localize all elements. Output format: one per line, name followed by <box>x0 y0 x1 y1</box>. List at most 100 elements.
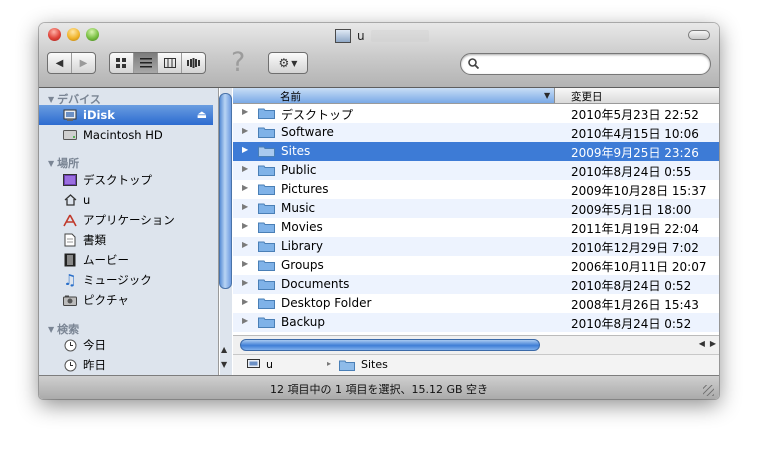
sidebar-scrollbar-thumb[interactable] <box>219 93 232 289</box>
table-row[interactable]: ▶ Groups 2006年10月11日 20:07 <box>233 256 719 275</box>
coverflow-view-button[interactable] <box>182 53 205 73</box>
view-mode-buttons <box>109 52 206 74</box>
scroll-left-icon[interactable]: ◀ <box>699 339 705 348</box>
resize-grip-icon[interactable] <box>703 385 714 396</box>
name-column-header[interactable]: 名前 <box>233 88 555 103</box>
folder-icon <box>258 241 275 252</box>
file-modified-date: 2008年1月26日 15:43 <box>571 298 699 312</box>
pictures-icon <box>62 292 78 308</box>
disclosure-triangle-icon: ▼ <box>48 158 55 168</box>
file-modified-date: 2010年4月15日 10:06 <box>571 127 699 141</box>
file-modified-date: 2010年12月29日 7:02 <box>571 241 699 255</box>
file-modified-date: 2006年10月11日 20:07 <box>571 260 707 274</box>
clock-icon <box>62 357 78 373</box>
list-view-button[interactable] <box>134 53 158 73</box>
sidebar-item-label: 昨日 <box>83 358 106 372</box>
icon-grid-icon <box>116 57 126 68</box>
disclosure-triangle-icon: ▼ <box>48 324 55 334</box>
sidebar-item-documents[interactable]: 書類 <box>39 230 213 250</box>
disclosure-triangle-icon[interactable]: ▶ <box>242 107 248 116</box>
sidebar-item-macintosh-hd[interactable]: Macintosh HD <box>39 125 213 145</box>
toolbar-toggle-button[interactable] <box>688 30 710 40</box>
file-modified-date: 2010年5月23日 22:52 <box>571 108 699 122</box>
file-name: Library <box>281 239 323 253</box>
column-view-button[interactable] <box>158 53 182 73</box>
sidebar-item-label: 今日 <box>83 338 106 352</box>
sidebar-item-yesterday[interactable]: 昨日 <box>39 355 213 375</box>
horizontal-scrollbar-thumb[interactable] <box>240 339 540 351</box>
sidebar-item-label: ムービー <box>83 253 129 267</box>
idisk-icon <box>335 29 351 43</box>
disclosure-triangle-icon[interactable]: ▶ <box>242 297 248 306</box>
folder-icon <box>339 360 355 371</box>
sidebar-item-label: アプリケーション <box>83 213 175 227</box>
forward-button[interactable]: ▶ <box>72 53 95 73</box>
scroll-up-icon[interactable]: ▲ <box>221 345 227 354</box>
sidebar-item-movies[interactable]: ムービー <box>39 250 213 270</box>
search-icon <box>468 58 479 69</box>
disclosure-triangle-icon[interactable]: ▶ <box>242 259 248 268</box>
table-row[interactable]: ▶ デスクトップ 2010年5月23日 22:52 <box>233 104 719 123</box>
home-icon <box>62 192 78 208</box>
table-row[interactable]: ▶ Documents 2010年8月24日 0:52 <box>233 275 719 294</box>
movies-icon <box>62 252 78 268</box>
sidebar-item-music[interactable]: ♫ ミュージック <box>39 270 213 290</box>
table-row[interactable]: ▶ Backup 2010年8月24日 0:52 <box>233 313 719 332</box>
list-icon <box>139 58 152 68</box>
name-column-label: 名前 <box>280 91 301 103</box>
minimize-window-button[interactable] <box>67 28 80 41</box>
table-row[interactable]: ▶ Software 2010年4月15日 10:06 <box>233 123 719 142</box>
scroll-down-icon[interactable]: ▼ <box>221 360 227 369</box>
path-item-label: Sites <box>361 358 388 371</box>
disclosure-triangle-icon[interactable]: ▶ <box>242 240 248 249</box>
search-field[interactable] <box>460 53 711 75</box>
table-row[interactable]: ▶ Desktop Folder 2008年1月26日 15:43 <box>233 294 719 313</box>
horizontal-scrollbar[interactable]: ◀ ▶ <box>233 335 719 354</box>
sidebar-item-pictures[interactable]: ピクチャ <box>39 290 213 310</box>
disclosure-triangle-icon[interactable]: ▶ <box>242 164 248 173</box>
status-bar: 12 項目中の 1 項目を選択、15.12 GB 空き <box>39 375 719 399</box>
path-bar: u ▸ Sites <box>233 354 719 376</box>
zoom-window-button[interactable] <box>86 28 99 41</box>
disclosure-triangle-icon[interactable]: ▶ <box>242 316 248 325</box>
sidebar-item-idisk[interactable]: iDisk ⏏ <box>39 105 213 125</box>
eject-icon[interactable]: ⏏ <box>197 108 207 121</box>
table-row[interactable]: ▶ Sites 2009年9月25日 23:26 <box>233 142 719 161</box>
help-icon[interactable]: ? <box>231 47 245 78</box>
disclosure-triangle-icon[interactable]: ▶ <box>242 145 248 154</box>
disclosure-triangle-icon[interactable]: ▶ <box>242 202 248 211</box>
sidebar-item-desktop[interactable]: デスクトップ <box>39 170 213 190</box>
file-name: Sites <box>281 144 311 158</box>
modified-column-header[interactable]: 変更日 <box>571 89 603 104</box>
icon-view-button[interactable] <box>110 53 134 73</box>
table-row[interactable]: ▶ Movies 2011年1月19日 22:04 <box>233 218 719 237</box>
disclosure-triangle-icon[interactable]: ▶ <box>242 126 248 135</box>
file-name: Desktop Folder <box>281 296 372 310</box>
file-name: Movies <box>281 220 323 234</box>
window-title: u <box>335 28 429 44</box>
table-row[interactable]: ▶ Public 2010年8月24日 0:55 <box>233 161 719 180</box>
table-row[interactable]: ▶ Library 2010年12月29日 7:02 <box>233 237 719 256</box>
sidebar-item-label: デスクトップ <box>83 173 152 187</box>
table-row[interactable]: ▶ Music 2009年5月1日 18:00 <box>233 199 719 218</box>
disclosure-triangle-icon[interactable]: ▶ <box>242 278 248 287</box>
folder-icon <box>258 298 275 309</box>
back-button[interactable]: ◀ <box>48 53 72 73</box>
file-modified-date: 2011年1月19日 22:04 <box>571 222 699 236</box>
disclosure-triangle-icon[interactable]: ▶ <box>242 221 248 230</box>
search-input[interactable] <box>483 56 707 72</box>
sidebar-item-today[interactable]: 今日 <box>39 335 213 355</box>
sidebar: ▼ デバイス iDisk ⏏ Macintosh HD ▼ 場所 デスクトップ u … <box>39 88 219 375</box>
close-window-button[interactable] <box>48 28 61 41</box>
path-item-current[interactable]: Sites <box>339 358 388 371</box>
sidebar-item-applications[interactable]: アプリケーション <box>39 210 213 230</box>
scroll-right-icon[interactable]: ▶ <box>710 339 716 348</box>
sidebar-item-home[interactable]: u <box>39 190 213 210</box>
table-row[interactable]: ▶ Pictures 2009年10月28日 15:37 <box>233 180 719 199</box>
file-modified-date: 2009年5月1日 18:00 <box>571 203 692 217</box>
toolbar: u ◀ ▶ ? ⚙ ▼ <box>39 23 719 88</box>
disclosure-triangle-icon[interactable]: ▶ <box>242 183 248 192</box>
path-item-root[interactable]: u <box>247 358 273 371</box>
action-menu-button[interactable]: ⚙ ▼ <box>268 52 308 74</box>
sidebar-section-places[interactable]: ▼ 場所 <box>48 155 79 171</box>
